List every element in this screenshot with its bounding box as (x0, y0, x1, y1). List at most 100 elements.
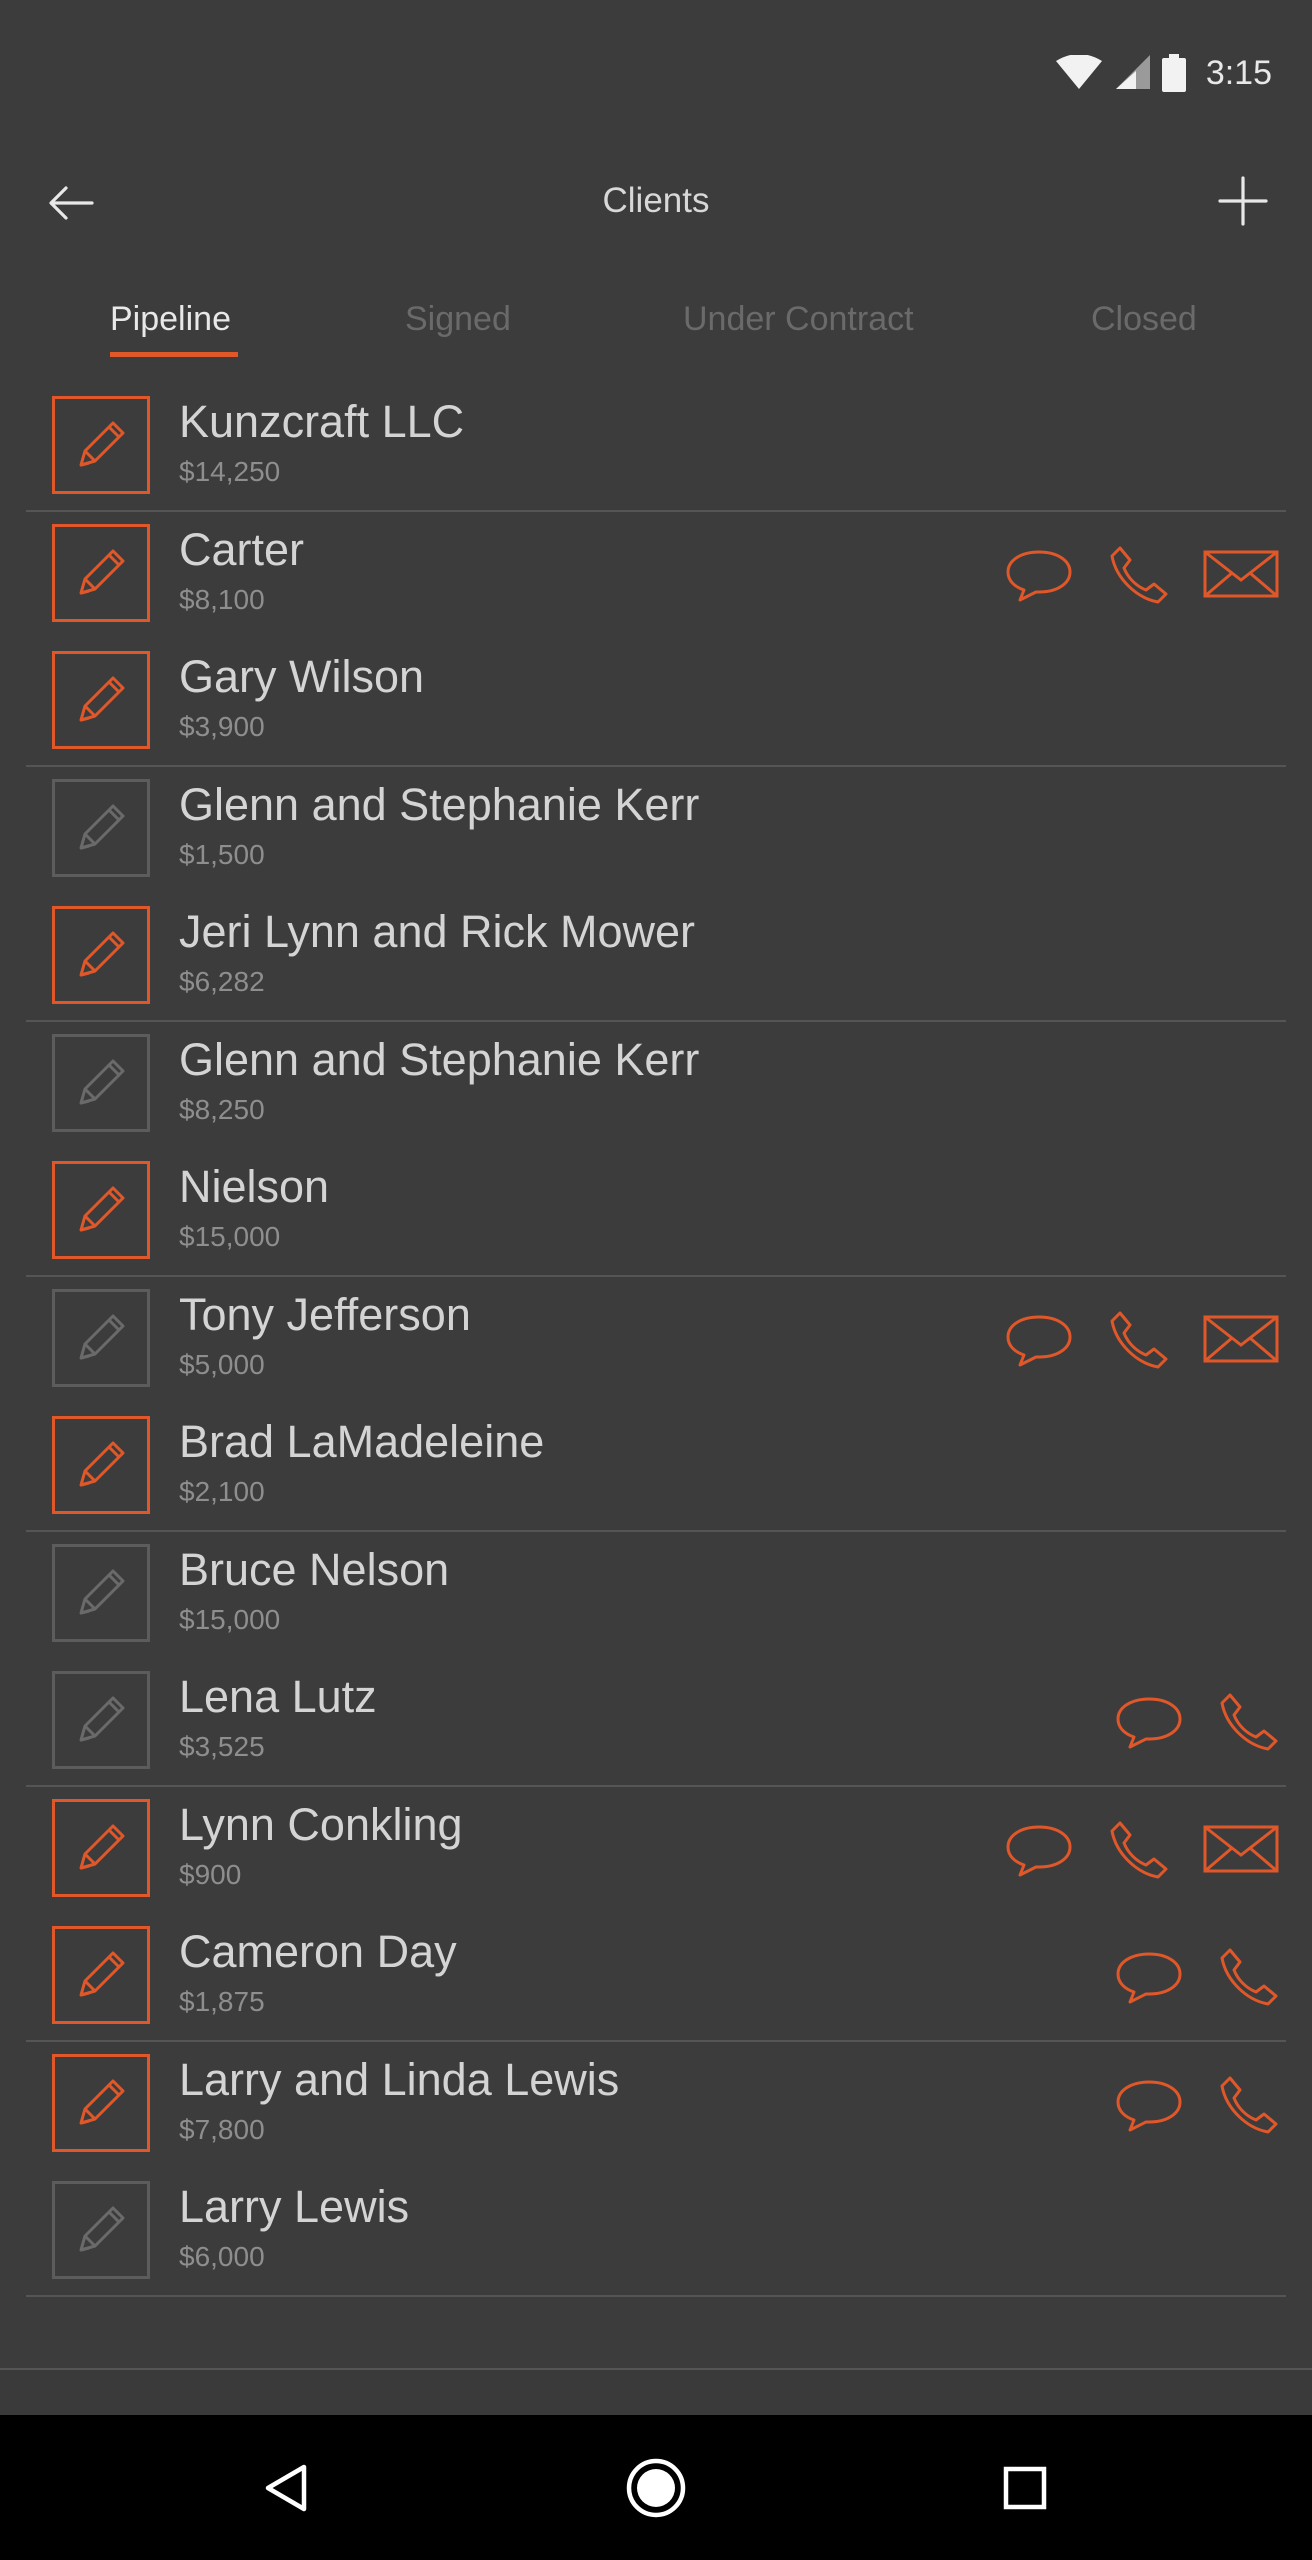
edit-button[interactable] (52, 1798, 150, 1897)
pencil-icon (79, 1824, 125, 1869)
edit-button[interactable] (52, 778, 150, 877)
phone-icon[interactable] (1106, 542, 1170, 611)
client-amount: $900 (179, 1858, 242, 1890)
phone-icon[interactable] (1216, 2072, 1280, 2141)
pencil-icon (79, 1696, 125, 1742)
edit-button[interactable] (52, 2053, 150, 2152)
client-row[interactable]: Brad LaMadeleine $2,100 (0, 1404, 1312, 1532)
client-row[interactable]: Glenn and Stephanie Kerr $1,500 (0, 767, 1312, 895)
edit-button[interactable] (52, 1416, 150, 1514)
message-icon[interactable] (1004, 1817, 1074, 1886)
client-name: Glenn and Stephanie Kerr (179, 778, 700, 830)
client-amount: $5,000 (179, 1348, 265, 1380)
message-icon[interactable] (1004, 1307, 1074, 1376)
client-row[interactable]: Larry Lewis $6,000 (0, 2169, 1312, 2297)
client-row[interactable]: Jeri Lynn and Rick Mower $6,282 (0, 894, 1312, 1022)
email-icon[interactable] (1202, 1817, 1280, 1886)
message-icon[interactable] (1004, 542, 1074, 611)
client-row[interactable]: Cameron Day $1,875 (0, 1914, 1312, 2042)
recents-square-icon[interactable] (990, 2453, 1060, 2523)
pencil-icon (79, 1314, 125, 1359)
client-name: Jeri Lynn and Rick Mower (179, 906, 696, 957)
edit-button[interactable] (52, 1161, 150, 1259)
tab-signed[interactable]: Signed (405, 300, 511, 339)
signal-icon (1115, 55, 1150, 89)
pencil-icon (79, 549, 125, 594)
pencil-icon (79, 931, 125, 977)
client-name: Glenn and Stephanie Kerr (179, 1033, 700, 1085)
client-name: Larry and Linda Lewis (179, 2053, 620, 2105)
screen: 3:15 Clients Pipeline Signed Under Contr… (0, 0, 1312, 2560)
client-row[interactable]: Lena Lutz $3,525 (0, 1659, 1312, 1787)
wifi-icon (1055, 55, 1102, 89)
edit-button[interactable] (52, 906, 150, 1004)
client-row[interactable]: Glenn and Stephanie Kerr $8,250 (0, 1022, 1312, 1150)
email-icon[interactable] (1202, 542, 1280, 611)
edit-button[interactable] (52, 523, 150, 622)
client-row[interactable]: Larry and Linda Lewis $7,800 (0, 2042, 1312, 2170)
edit-button[interactable] (52, 1543, 150, 1642)
edit-button[interactable] (52, 1288, 150, 1387)
edit-button[interactable] (52, 1033, 150, 1132)
client-name: Lena Lutz (179, 1671, 377, 1722)
pencil-icon (79, 1951, 125, 1997)
client-amount: $3,525 (179, 1731, 265, 1762)
email-icon[interactable] (1202, 1307, 1280, 1376)
client-amount: $15,000 (179, 1221, 281, 1252)
phone-icon[interactable] (1106, 1817, 1170, 1886)
client-row[interactable]: Lynn Conkling $900 (0, 1787, 1312, 1915)
contact-actions (1004, 1817, 1280, 1881)
pencil-icon (79, 676, 125, 722)
client-amount: $1,875 (179, 1986, 265, 2017)
edit-button[interactable] (52, 1926, 150, 2024)
client-name: Cameron Day (179, 1926, 457, 1977)
pencil-icon (79, 804, 125, 849)
contact-actions (1114, 1944, 1280, 2008)
contact-actions (1114, 1689, 1280, 1753)
edit-button[interactable] (52, 651, 150, 749)
client-name: Kunzcraft LLC (179, 396, 465, 447)
client-amount: $15,000 (179, 1603, 281, 1635)
client-amount: $3,900 (179, 711, 265, 742)
back-triangle-icon[interactable] (252, 2453, 322, 2523)
client-amount: $8,100 (179, 583, 265, 615)
client-row[interactable]: Gary Wilson $3,900 (0, 639, 1312, 767)
pencil-icon (79, 1186, 125, 1232)
plus-icon[interactable] (1212, 170, 1274, 232)
status-icons: 3:15 (1055, 50, 1272, 96)
client-name: Brad LaMadeleine (179, 1416, 545, 1467)
edit-button[interactable] (52, 1671, 150, 1769)
tab-pipeline[interactable]: Pipeline (110, 300, 231, 339)
client-row[interactable]: Kunzcraft LLC $14,250 (0, 384, 1312, 512)
pencil-icon (79, 2079, 125, 2124)
pencil-icon (79, 421, 125, 467)
tab-under-contract[interactable]: Under Contract (683, 300, 914, 339)
edit-button[interactable] (52, 396, 150, 494)
status-time: 3:15 (1205, 53, 1272, 92)
client-row[interactable]: Nielson $15,000 (0, 1149, 1312, 1277)
phone-icon[interactable] (1216, 1689, 1280, 1758)
client-name: Larry Lewis (179, 2181, 410, 2232)
message-icon[interactable] (1114, 1944, 1184, 2013)
edit-button[interactable] (52, 2181, 150, 2279)
client-name: Bruce Nelson (179, 1543, 450, 1595)
client-row[interactable]: Tony Jefferson $5,000 (0, 1277, 1312, 1405)
client-name: Carter (179, 523, 305, 575)
client-amount: $8,250 (179, 1093, 265, 1125)
message-icon[interactable] (1114, 2072, 1184, 2141)
page-title: Clients (602, 181, 710, 220)
client-list[interactable]: Kunzcraft LLC $14,250 Carter $8,100 Gary W… (0, 384, 1312, 2329)
client-amount: $1,500 (179, 838, 265, 870)
phone-icon[interactable] (1216, 1944, 1280, 2013)
message-icon[interactable] (1114, 1689, 1184, 1758)
contact-actions (1114, 2072, 1280, 2136)
client-name: Lynn Conkling (179, 1798, 463, 1850)
tab-closed[interactable]: Closed (1091, 300, 1197, 339)
client-name: Tony Jefferson (179, 1288, 471, 1340)
client-row[interactable]: Bruce Nelson $15,000 (0, 1532, 1312, 1660)
phone-icon[interactable] (1106, 1307, 1170, 1376)
client-row[interactable]: Carter $8,100 (0, 512, 1312, 640)
tab-bar: Pipeline Signed Under Contract Closed (0, 280, 1312, 360)
bottom-toolbar (0, 2368, 1312, 2417)
home-circle-icon[interactable] (621, 2453, 691, 2523)
